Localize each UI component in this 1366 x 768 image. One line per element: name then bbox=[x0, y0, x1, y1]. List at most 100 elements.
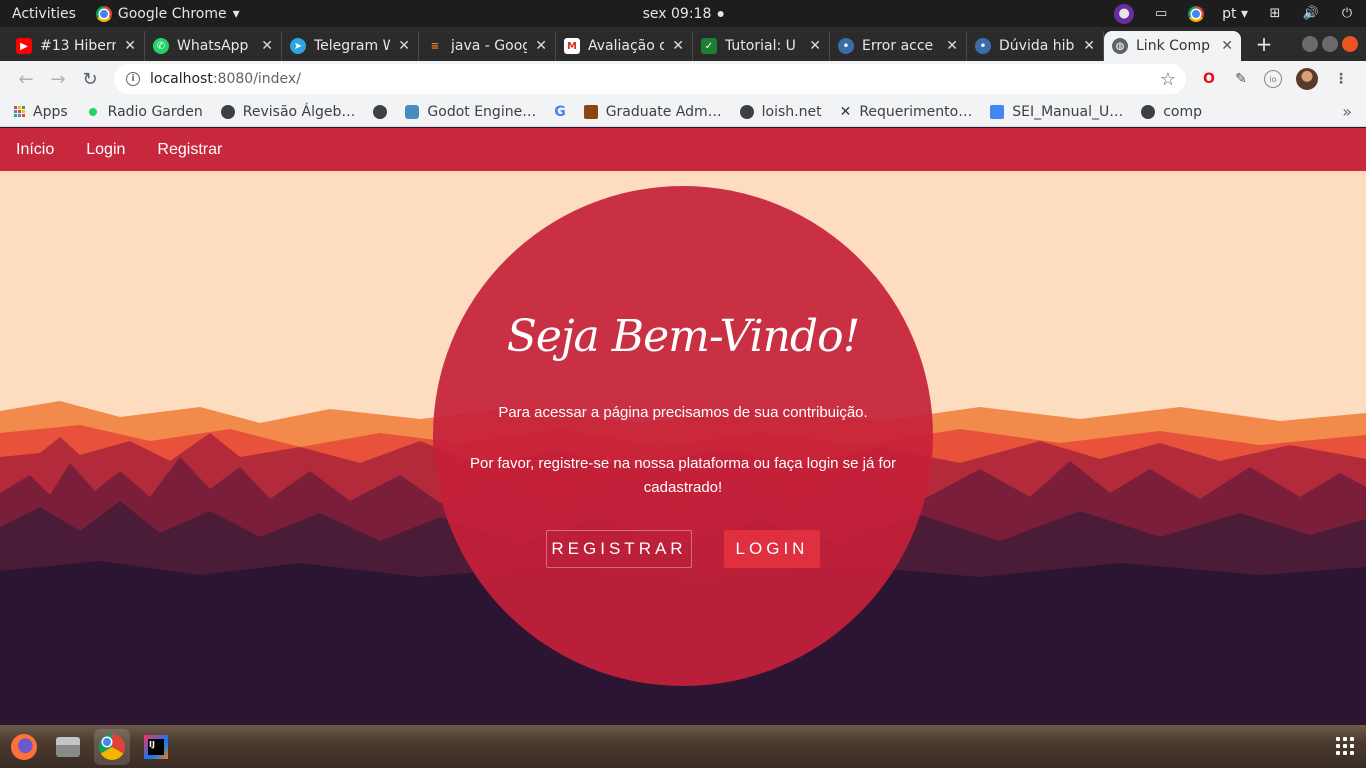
globe-icon bbox=[373, 104, 388, 119]
bookmark-label: SEI_Manual_U… bbox=[1012, 103, 1124, 120]
close-icon[interactable]: ✕ bbox=[535, 38, 547, 54]
volume-icon[interactable]: 🔊 bbox=[1302, 6, 1320, 22]
register-message: Por favor, registre-se na nossa platafor… bbox=[469, 455, 897, 496]
reload-button[interactable]: ↻ bbox=[74, 63, 106, 95]
stack-icon: • bbox=[975, 38, 991, 54]
network-icon[interactable]: ⊞ bbox=[1266, 6, 1284, 22]
extensions: O ✎ io ⋮ bbox=[1200, 68, 1350, 90]
screen-icon[interactable]: ▭ bbox=[1152, 6, 1170, 22]
close-icon[interactable]: ✕ bbox=[124, 38, 136, 54]
bookmark-apps[interactable]: Apps bbox=[14, 104, 68, 120]
tab-title: Tutorial: U bbox=[725, 38, 796, 54]
app-name: Google Chrome bbox=[117, 5, 227, 22]
web-page: Início Login Registrar Seja Bem-Vindo! P… bbox=[0, 128, 1366, 725]
bookmarks-overflow-icon[interactable]: » bbox=[1342, 102, 1352, 121]
tab[interactable]: ➤ Telegram W ✕ bbox=[282, 31, 419, 61]
close-icon[interactable]: ✕ bbox=[946, 38, 958, 54]
firefox-icon[interactable] bbox=[6, 729, 42, 765]
close-icon[interactable]: ✕ bbox=[1221, 38, 1233, 54]
access-message: Para acessar a página precisamos de sua … bbox=[498, 404, 868, 421]
tab-title: Avaliação d bbox=[588, 38, 665, 54]
activities-button[interactable]: Activities bbox=[0, 6, 88, 22]
tab[interactable]: • Error acce ✕ bbox=[830, 31, 967, 61]
apps-grid-icon bbox=[14, 106, 25, 117]
show-applications-icon[interactable] bbox=[1336, 737, 1354, 755]
tab-title: Telegram W bbox=[314, 38, 391, 54]
info-icon[interactable]: i bbox=[126, 72, 140, 86]
tab-active[interactable]: ◍ Link Comp ✕ bbox=[1104, 31, 1241, 61]
language-indicator[interactable]: pt ▾ bbox=[1222, 6, 1248, 22]
bookmark-item[interactable]: Radio Garden bbox=[86, 104, 203, 120]
bookmark-star-icon[interactable]: ☆ bbox=[1160, 69, 1176, 90]
tab[interactable]: M Avaliação d ✕ bbox=[556, 31, 693, 61]
url-host: localhost bbox=[150, 71, 213, 87]
check-icon: ✓ bbox=[701, 38, 717, 54]
stack-icon: • bbox=[838, 38, 854, 54]
tab-title: java - Goog bbox=[451, 38, 528, 54]
tab-title: #13 Hibern bbox=[40, 38, 117, 54]
tab[interactable]: ▶ #13 Hibern ✕ bbox=[8, 31, 145, 61]
new-tab-button[interactable]: + bbox=[1249, 32, 1279, 56]
address-bar[interactable]: i localhost:8080/index/ ☆ bbox=[114, 64, 1186, 94]
login-button[interactable]: LOGIN bbox=[724, 530, 820, 568]
notification-dot-icon bbox=[717, 10, 724, 17]
tab-title: WhatsApp bbox=[177, 38, 249, 54]
bookmark-item[interactable]: comp bbox=[1141, 104, 1202, 120]
close-window-button[interactable] bbox=[1342, 36, 1358, 52]
youtube-icon: ▶ bbox=[16, 38, 32, 54]
close-icon[interactable]: ✕ bbox=[1083, 38, 1095, 54]
tab[interactable]: ≡ java - Goog ✕ bbox=[419, 31, 556, 61]
bookmark-item[interactable] bbox=[373, 104, 388, 119]
files-icon[interactable] bbox=[50, 729, 86, 765]
close-icon[interactable]: ✕ bbox=[672, 38, 684, 54]
nav-register-link[interactable]: Registrar bbox=[157, 141, 222, 159]
bookmark-item[interactable]: ✕ Requerimento… bbox=[840, 104, 973, 120]
welcome-circle: Seja Bem-Vindo! Para acessar a página pr… bbox=[433, 186, 933, 686]
tab-strip: ▶ #13 Hibern ✕ ✆ WhatsApp ✕ ➤ Telegram W… bbox=[0, 27, 1366, 61]
opera-icon[interactable]: O bbox=[1200, 70, 1218, 88]
tab-title: Link Comp bbox=[1136, 38, 1210, 54]
close-icon[interactable]: ✕ bbox=[261, 38, 273, 54]
close-icon[interactable]: ✕ bbox=[809, 38, 821, 54]
extension-io-icon[interactable]: io bbox=[1264, 70, 1282, 88]
tab[interactable]: ✆ WhatsApp ✕ bbox=[145, 31, 282, 61]
power-icon[interactable]: ⏻ bbox=[1338, 6, 1356, 22]
clock[interactable]: sex 09:18 bbox=[643, 6, 724, 22]
bookmark-item[interactable]: G bbox=[554, 104, 566, 120]
telegram-icon: ➤ bbox=[290, 38, 306, 54]
bookmark-label: comp bbox=[1163, 103, 1203, 120]
tab-title: Error acce bbox=[862, 38, 934, 54]
nav-home-link[interactable]: Início bbox=[16, 141, 54, 159]
eyedropper-icon[interactable]: ✎ bbox=[1232, 70, 1250, 88]
welcome-title: Seja Bem-Vindo! bbox=[506, 311, 861, 362]
bookmark-label: loish.net bbox=[761, 103, 822, 120]
minimize-button[interactable] bbox=[1302, 36, 1318, 52]
chrome-tray-icon[interactable] bbox=[1188, 5, 1205, 22]
chrome-icon bbox=[95, 5, 112, 22]
docs-icon bbox=[990, 104, 1005, 119]
bookmark-item[interactable]: loish.net bbox=[739, 103, 822, 120]
bookmark-item[interactable]: SEI_Manual_U… bbox=[990, 104, 1123, 120]
app-menu[interactable]: Google Chrome ▾ bbox=[95, 5, 240, 22]
avatar[interactable] bbox=[1296, 68, 1318, 90]
bookmarks-bar: Apps Radio Garden Revisão Álgeb… Godot E… bbox=[0, 97, 1366, 127]
register-button[interactable]: REGISTRAR bbox=[546, 530, 692, 568]
intellij-icon[interactable]: IJ bbox=[138, 729, 174, 765]
back-button[interactable]: ← bbox=[10, 63, 42, 95]
close-icon[interactable]: ✕ bbox=[398, 38, 410, 54]
nav-login-link[interactable]: Login bbox=[86, 141, 125, 159]
tab[interactable]: • Dúvida hib ✕ bbox=[967, 31, 1104, 61]
maximize-button[interactable] bbox=[1322, 36, 1338, 52]
bookmark-item[interactable]: Godot Engine… bbox=[405, 104, 536, 120]
university-icon bbox=[583, 104, 598, 119]
forward-button[interactable]: → bbox=[42, 63, 74, 95]
bookmark-item[interactable]: Revisão Álgeb… bbox=[220, 104, 355, 120]
bookmark-label: Graduate Adm… bbox=[605, 103, 722, 120]
firefox-nightly-icon[interactable]: ● bbox=[1114, 3, 1135, 24]
bookmark-label: Godot Engine… bbox=[427, 103, 537, 120]
bookmark-item[interactable]: Graduate Adm… bbox=[583, 103, 722, 120]
chrome-icon[interactable] bbox=[94, 728, 130, 765]
language-label: pt bbox=[1222, 5, 1237, 22]
tab[interactable]: ✓ Tutorial: U ✕ bbox=[693, 31, 830, 61]
menu-dots-icon[interactable]: ⋮ bbox=[1332, 70, 1350, 88]
